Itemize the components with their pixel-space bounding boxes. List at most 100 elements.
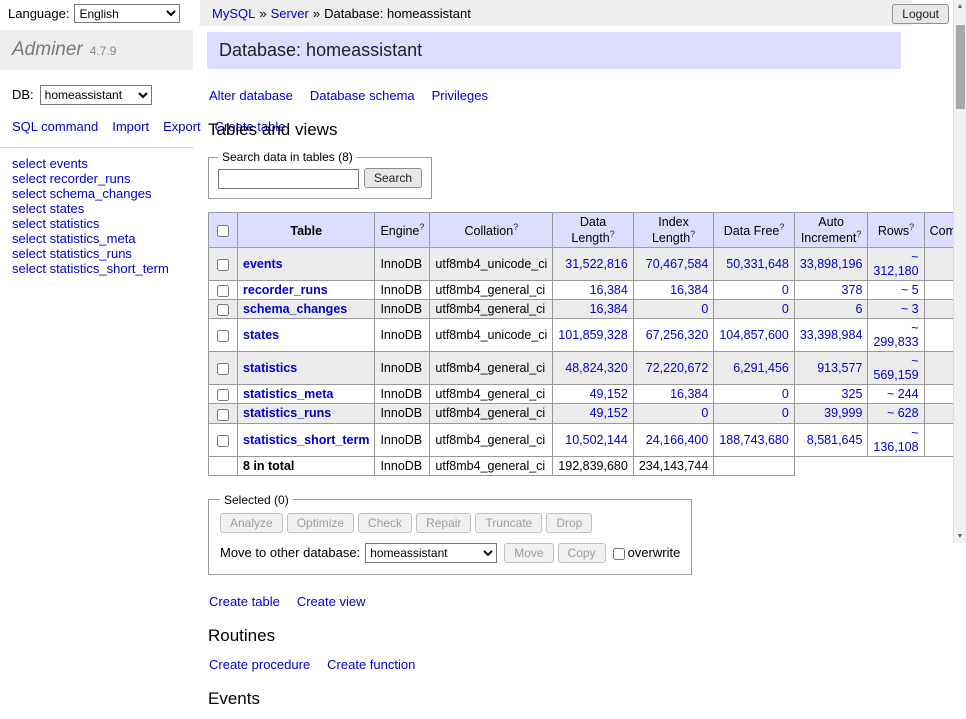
- auto-increment-link[interactable]: 378: [842, 283, 863, 297]
- drop-button[interactable]: Drop: [546, 513, 592, 533]
- data-length-link[interactable]: 49,152: [590, 406, 628, 420]
- auto-increment-link[interactable]: 325: [842, 387, 863, 401]
- table-link[interactable]: statistics_meta: [243, 387, 333, 401]
- index-length-link[interactable]: 0: [701, 302, 708, 316]
- index-length-link[interactable]: 24,166,400: [646, 433, 709, 447]
- data-length-link[interactable]: 16,384: [590, 302, 628, 316]
- index-length-link[interactable]: 16,384: [670, 283, 708, 297]
- help-icon[interactable]: ?: [513, 222, 518, 232]
- auto-increment-link[interactable]: 913,577: [817, 361, 862, 375]
- repair-button[interactable]: Repair: [416, 513, 471, 533]
- row-checkbox[interactable]: [217, 285, 229, 297]
- table-link[interactable]: statistics_short_term: [243, 433, 369, 447]
- table-link[interactable]: statistics: [243, 361, 297, 375]
- check-button[interactable]: Check: [358, 513, 412, 533]
- auto-increment-link[interactable]: 39,999: [824, 406, 862, 420]
- scrollbar-thumb[interactable]: [956, 25, 965, 109]
- table-link[interactable]: recorder_runs: [243, 283, 328, 297]
- rows-link[interactable]: ~ 244: [887, 387, 919, 401]
- row-checkbox[interactable]: [217, 389, 229, 401]
- sidebar-link-import[interactable]: Import: [112, 119, 149, 134]
- table-link[interactable]: statistics_runs: [243, 406, 331, 420]
- privileges-link[interactable]: Privileges: [432, 88, 488, 103]
- table-link[interactable]: events: [243, 257, 283, 271]
- data-length-link[interactable]: 31,522,816: [565, 257, 628, 271]
- rows-link[interactable]: ~ 299,833: [873, 321, 918, 349]
- move-database-select[interactable]: homeassistant: [365, 543, 497, 563]
- vertical-scrollbar[interactable]: ▲ ▼: [953, 0, 966, 543]
- sidebar-item-select-schema-changes[interactable]: select schema_changes: [12, 186, 181, 201]
- index-length-link[interactable]: 0: [701, 406, 708, 420]
- auto-increment-link[interactable]: 33,898,196: [800, 257, 863, 271]
- search-input[interactable]: [218, 169, 359, 189]
- row-checkbox[interactable]: [217, 330, 229, 342]
- db-select[interactable]: homeassistant: [40, 85, 152, 105]
- truncate-button[interactable]: Truncate: [475, 513, 542, 533]
- data-length-link[interactable]: 48,824,320: [565, 361, 628, 375]
- create-view-link[interactable]: Create view: [297, 594, 366, 609]
- sidebar-item-select-events[interactable]: select events: [12, 156, 181, 171]
- data-free-link[interactable]: 0: [782, 406, 789, 420]
- rows-link[interactable]: ~ 628: [887, 406, 919, 420]
- optimize-button[interactable]: Optimize: [287, 513, 354, 533]
- sidebar-item-select-recorder-runs[interactable]: select recorder_runs: [12, 171, 181, 186]
- sidebar-item-select-statistics-short-term[interactable]: select statistics_short_term: [12, 261, 181, 276]
- rows-link[interactable]: ~ 569,159: [873, 354, 918, 382]
- table-link[interactable]: schema_changes: [243, 302, 347, 316]
- index-length-link[interactable]: 16,384: [670, 387, 708, 401]
- table-link[interactable]: states: [243, 328, 279, 342]
- help-icon[interactable]: ?: [419, 222, 424, 232]
- data-length-link[interactable]: 10,502,144: [565, 433, 628, 447]
- sidebar-link-sql-command[interactable]: SQL command: [12, 119, 98, 134]
- adminer-brand-link[interactable]: Adminer: [12, 39, 83, 60]
- rows-link[interactable]: ~ 5: [901, 283, 919, 297]
- sidebar-link-export[interactable]: Export: [163, 119, 201, 134]
- help-icon[interactable]: ?: [690, 229, 695, 239]
- create-procedure-link[interactable]: Create procedure: [209, 657, 310, 672]
- help-icon[interactable]: ?: [856, 229, 861, 239]
- database-schema-link[interactable]: Database schema: [310, 88, 415, 103]
- data-free-link[interactable]: 0: [782, 387, 789, 401]
- data-free-link[interactable]: 50,331,648: [726, 257, 789, 271]
- rows-link[interactable]: ~ 3: [901, 302, 919, 316]
- help-icon[interactable]: ?: [610, 229, 615, 239]
- data-free-link[interactable]: 104,857,600: [719, 328, 789, 342]
- data-length-link[interactable]: 49,152: [590, 387, 628, 401]
- auto-increment-link[interactable]: 6: [855, 302, 862, 316]
- data-free-link[interactable]: 188,743,680: [719, 433, 789, 447]
- row-checkbox[interactable]: [217, 409, 229, 421]
- row-checkbox[interactable]: [217, 435, 229, 447]
- data-free-link[interactable]: 6,291,456: [733, 361, 789, 375]
- sidebar-item-select-statistics[interactable]: select statistics: [12, 216, 181, 231]
- move-button[interactable]: Move: [504, 543, 553, 563]
- row-checkbox[interactable]: [217, 363, 229, 375]
- select-all-checkbox[interactable]: [217, 225, 229, 237]
- index-length-link[interactable]: 70,467,584: [646, 257, 709, 271]
- auto-increment-link[interactable]: 8,581,645: [807, 433, 863, 447]
- scrollbar-down-arrow-icon[interactable]: ▼: [954, 530, 966, 543]
- data-free-link[interactable]: 0: [782, 283, 789, 297]
- data-length-link[interactable]: 101,859,328: [558, 328, 628, 342]
- sidebar-item-select-statistics-runs[interactable]: select statistics_runs: [12, 246, 181, 261]
- breadcrumb-link-server[interactable]: Server: [271, 6, 309, 21]
- create-table-link[interactable]: Create table: [209, 594, 280, 609]
- alter-database-link[interactable]: Alter database: [209, 88, 293, 103]
- copy-button[interactable]: Copy: [558, 543, 606, 563]
- index-length-link[interactable]: 72,220,672: [646, 361, 709, 375]
- data-length-link[interactable]: 16,384: [590, 283, 628, 297]
- language-select[interactable]: English: [74, 4, 180, 23]
- scrollbar-up-arrow-icon[interactable]: ▲: [954, 0, 966, 13]
- index-length-link[interactable]: 67,256,320: [646, 328, 709, 342]
- analyze-button[interactable]: Analyze: [220, 513, 283, 533]
- help-icon[interactable]: ?: [909, 222, 914, 232]
- sidebar-item-select-statistics-meta[interactable]: select statistics_meta: [12, 231, 181, 246]
- sidebar-item-select-states[interactable]: select states: [12, 201, 181, 216]
- breadcrumb-link-mysql[interactable]: MySQL: [212, 6, 255, 21]
- help-icon[interactable]: ?: [779, 222, 784, 232]
- row-checkbox[interactable]: [217, 304, 229, 316]
- data-free-link[interactable]: 0: [782, 302, 789, 316]
- rows-link[interactable]: ~ 312,180: [873, 250, 918, 278]
- row-checkbox[interactable]: [217, 259, 229, 271]
- search-button[interactable]: Search: [364, 168, 422, 188]
- auto-increment-link[interactable]: 33,398,984: [800, 328, 863, 342]
